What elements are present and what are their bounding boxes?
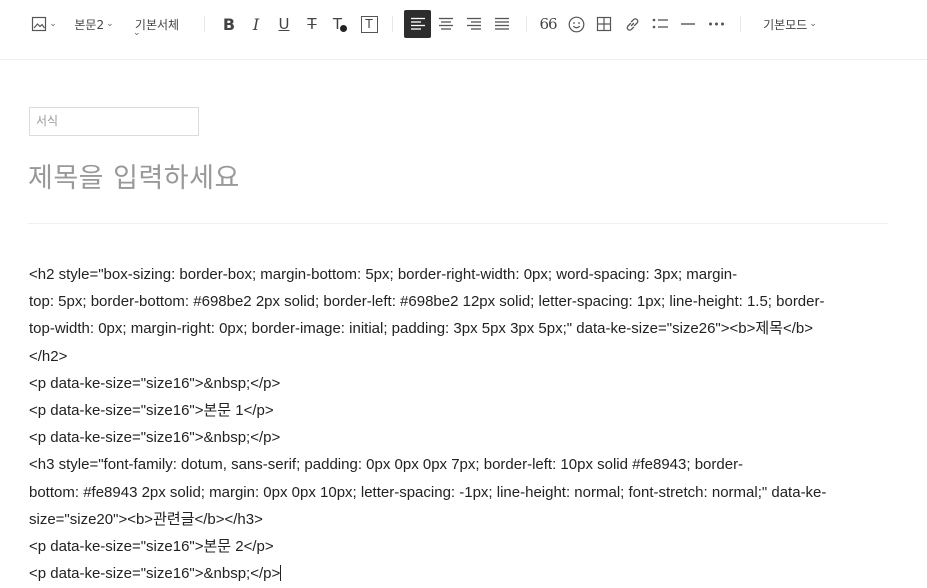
bold-button[interactable]: B <box>216 10 242 38</box>
chevron-down-icon: ⌄ <box>106 19 114 29</box>
align-left-icon <box>410 17 425 30</box>
align-right-icon <box>466 17 481 30</box>
code-line: <p data-ke-size="size16">본문 2</p> <box>29 537 274 555</box>
smiley-icon <box>568 16 584 32</box>
color-dot-icon <box>340 24 348 32</box>
code-line: bottom: #fe8943 2px solid; margin: 0px 0… <box>29 483 827 501</box>
more-dots-icon <box>708 22 724 26</box>
text-cursor <box>280 565 282 582</box>
code-line: size="size20"><b>관련글</b></h3> <box>29 510 263 528</box>
toolbar-divider <box>204 16 205 32</box>
font-family-value: 기본서체 <box>134 17 180 32</box>
code-line: top-width: 0px; margin-right: 0px; borde… <box>29 320 814 338</box>
bullet-list-button[interactable] <box>647 10 673 38</box>
chevron-down-icon: ⌄ <box>809 19 817 29</box>
horizontal-rule-button[interactable] <box>675 10 701 38</box>
title-divider <box>28 223 888 224</box>
underline-label: U <box>278 15 290 33</box>
more-options-button[interactable] <box>703 10 729 38</box>
quote-button[interactable]: 66 <box>535 10 561 38</box>
italic-label: I <box>252 14 260 34</box>
code-line: </h2> <box>29 347 68 365</box>
code-line: <p data-ke-size="size16">&nbsp;</p> <box>29 374 281 392</box>
link-icon <box>626 17 638 31</box>
chevron-down-icon: ⌄ <box>133 28 141 38</box>
insert-table-button[interactable] <box>591 10 617 38</box>
editor-mode-value: 기본모드 <box>763 17 808 32</box>
bullet-list-icon <box>652 18 668 29</box>
align-right-button[interactable] <box>460 10 487 38</box>
background-color-button[interactable]: T <box>356 10 382 38</box>
category-placeholder: 서식 <box>36 114 59 128</box>
strikethrough-label: T <box>307 15 317 33</box>
background-color-label: T <box>360 15 378 33</box>
paragraph-style-dropdown[interactable]: 본문2 ⌄ <box>70 10 118 38</box>
toolbar-divider <box>526 16 527 32</box>
chevron-down-icon: ⌄ <box>49 19 57 29</box>
align-left-button[interactable] <box>404 10 431 38</box>
toolbar-divider <box>740 16 741 32</box>
align-justify-button[interactable] <box>488 10 515 38</box>
horizontal-line-icon <box>681 23 695 25</box>
table-icon <box>596 16 612 32</box>
toolbar-divider <box>392 16 393 32</box>
editor-toolbar: ⌄ 본문2 ⌄ 기본서체 ⌄ B I U T T T 66 기본모드 ⌄ <box>0 0 927 60</box>
image-icon <box>32 16 47 32</box>
code-line-last: <p data-ke-size="size16">&nbsp;</p> <box>29 560 889 587</box>
paragraph-style-value: 본문2 <box>74 17 105 32</box>
italic-button[interactable]: I <box>243 10 269 38</box>
insert-link-button[interactable] <box>619 10 645 38</box>
bold-label: B <box>222 14 236 34</box>
editor-mode-dropdown[interactable]: 기본모드 ⌄ <box>756 10 824 38</box>
quote-icon: 66 <box>539 15 557 33</box>
code-line: top: 5px; border-bottom: #698be2 2px sol… <box>29 293 825 311</box>
text-color-button[interactable]: T <box>327 10 353 38</box>
code-line: <h3 style="font-family: dotum, sans-seri… <box>29 456 744 474</box>
align-center-button[interactable] <box>432 10 459 38</box>
post-title-input[interactable]: 제목을 입력하세요 <box>28 156 240 195</box>
underline-button[interactable]: U <box>271 10 297 38</box>
html-source-editor[interactable]: <h2 style="box-sizing: border-box; margi… <box>29 261 889 587</box>
code-line-text: <p data-ke-size="size16">&nbsp;</p> <box>29 565 281 583</box>
insert-image-button[interactable]: ⌄ <box>30 10 58 38</box>
code-line: <p data-ke-size="size16">본문 1</p> <box>29 401 274 419</box>
code-line: <h2 style="box-sizing: border-box; margi… <box>29 266 738 283</box>
code-line: <p data-ke-size="size16">&nbsp;</p> <box>29 429 281 447</box>
category-select[interactable]: 서식 <box>29 107 199 136</box>
strikethrough-button[interactable]: T <box>299 10 325 38</box>
align-justify-icon <box>494 17 509 30</box>
emoticon-button[interactable] <box>563 10 589 38</box>
align-center-icon <box>438 17 453 30</box>
